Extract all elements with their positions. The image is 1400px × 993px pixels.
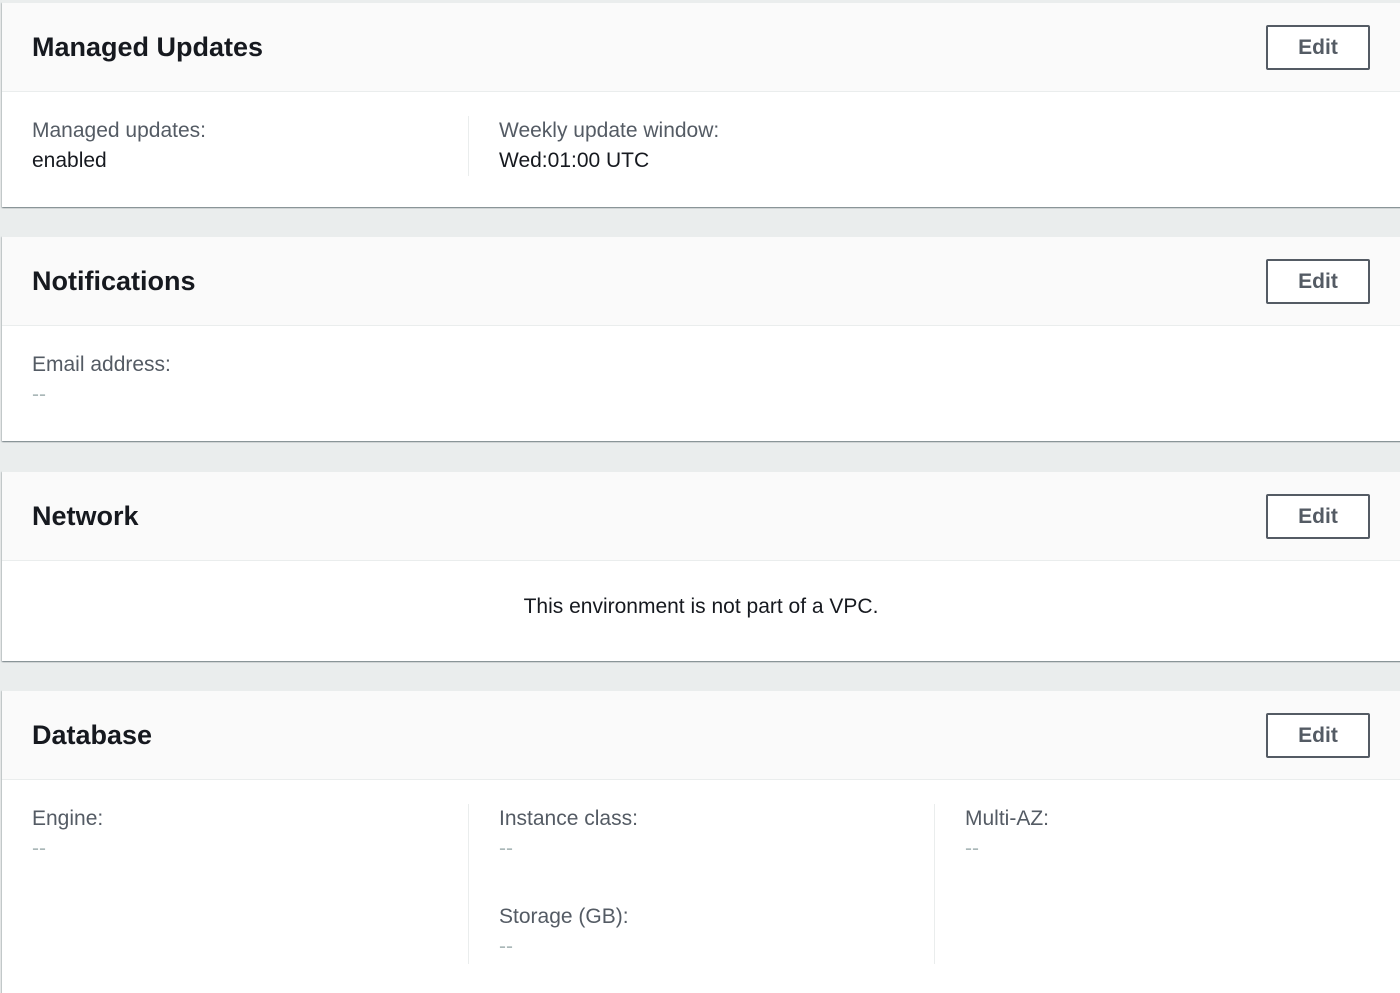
database-panel: Database Edit Engine: -- Instance class:… bbox=[2, 690, 1400, 993]
notifications-body: Email address: -- bbox=[2, 326, 1400, 440]
field-label: Multi-AZ: bbox=[965, 807, 1049, 830]
field-value: enabled bbox=[32, 149, 107, 172]
field-label: Instance class: bbox=[499, 807, 638, 830]
network-edit-button[interactable]: Edit bbox=[1266, 494, 1370, 539]
email-address-field: Email address: -- bbox=[32, 350, 171, 410]
column-divider bbox=[468, 116, 469, 176]
field-value: -- bbox=[32, 383, 46, 406]
database-body: Engine: -- Instance class: -- Storage (G… bbox=[2, 780, 1400, 993]
field-label: Managed updates: bbox=[32, 119, 206, 142]
network-panel: Network Edit This environment is not par… bbox=[2, 471, 1400, 661]
field-value: -- bbox=[32, 837, 46, 860]
engine-field: Engine: -- bbox=[32, 804, 103, 864]
network-body: This environment is not part of a VPC. bbox=[2, 561, 1400, 660]
managed-updates-panel: Managed Updates Edit Managed updates: en… bbox=[2, 2, 1400, 207]
database-column-1: Engine: -- bbox=[32, 804, 103, 864]
configuration-page: Managed Updates Edit Managed updates: en… bbox=[0, 0, 1400, 993]
network-title: Network bbox=[32, 501, 139, 531]
field-value: -- bbox=[965, 837, 979, 860]
notifications-title: Notifications bbox=[32, 266, 196, 296]
network-header: Network Edit bbox=[2, 472, 1400, 561]
field-value: Wed:01:00 UTC bbox=[499, 149, 650, 172]
database-header: Database Edit bbox=[2, 691, 1400, 780]
database-column-2: Instance class: -- Storage (GB): -- bbox=[499, 804, 638, 962]
managed-updates-column-1: Managed updates: enabled bbox=[32, 116, 206, 176]
instance-class-field: Instance class: -- bbox=[499, 804, 638, 864]
notifications-header: Notifications Edit bbox=[2, 237, 1400, 326]
field-label: Engine: bbox=[32, 807, 104, 830]
notifications-edit-button[interactable]: Edit bbox=[1266, 259, 1370, 304]
database-edit-button[interactable]: Edit bbox=[1266, 713, 1370, 758]
storage-field: Storage (GB): -- bbox=[499, 902, 638, 962]
database-column-3: Multi-AZ: -- bbox=[965, 804, 1049, 864]
managed-updates-title: Managed Updates bbox=[32, 32, 264, 62]
managed-updates-edit-button[interactable]: Edit bbox=[1266, 25, 1370, 70]
notifications-column-1: Email address: -- bbox=[32, 350, 171, 410]
field-label: Storage (GB): bbox=[499, 905, 629, 928]
weekly-update-window-field: Weekly update window: Wed:01:00 UTC bbox=[499, 116, 719, 176]
field-label: Weekly update window: bbox=[499, 119, 720, 142]
managed-updates-header: Managed Updates Edit bbox=[2, 3, 1400, 92]
field-label: Email address: bbox=[32, 353, 171, 376]
column-divider bbox=[934, 804, 935, 964]
column-divider bbox=[468, 804, 469, 964]
multi-az-field: Multi-AZ: -- bbox=[965, 804, 1049, 864]
field-value: -- bbox=[499, 935, 513, 958]
database-title: Database bbox=[32, 720, 153, 750]
network-vpc-message: This environment is not part of a VPC. bbox=[523, 595, 879, 618]
managed-updates-status-field: Managed updates: enabled bbox=[32, 116, 206, 176]
notifications-panel: Notifications Edit Email address: -- bbox=[2, 236, 1400, 441]
field-value: -- bbox=[499, 837, 513, 860]
managed-updates-body: Managed updates: enabled Weekly update w… bbox=[2, 92, 1400, 206]
managed-updates-column-2: Weekly update window: Wed:01:00 UTC bbox=[499, 116, 719, 176]
